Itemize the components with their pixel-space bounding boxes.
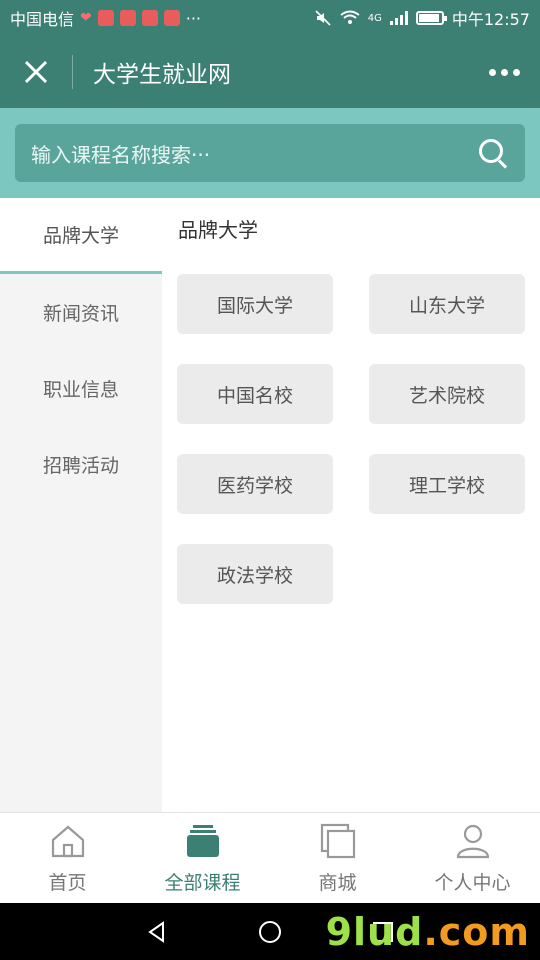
site-watermark: 9lud.com <box>326 910 530 954</box>
more-notifications: ··· <box>185 8 202 28</box>
home-nav-icon[interactable] <box>258 920 282 944</box>
home-icon <box>51 825 84 857</box>
search-input[interactable]: 输入课程名称搜索··· <box>15 124 525 182</box>
wifi-icon <box>340 10 360 24</box>
bottom-tab-bar: 首页 全部课程 商城 个人中心 <box>0 812 540 903</box>
search-bar: 输入课程名称搜索··· <box>0 108 540 198</box>
mall-icon <box>320 823 355 858</box>
search-icon[interactable] <box>477 137 509 169</box>
sidebar-item-label: 新闻资讯 <box>42 302 119 325</box>
app-icon <box>163 10 180 26</box>
chip-art-academies[interactable]: 艺术院校 <box>369 364 525 424</box>
tab-profile[interactable]: 个人中心 <box>405 813 540 903</box>
clock: 中午12:57 <box>451 10 530 29</box>
signal-icon <box>389 11 408 25</box>
section-title: 品牌大学 <box>178 218 258 242</box>
back-icon[interactable] <box>145 920 169 944</box>
page-title: 大学生就业网 <box>93 62 231 88</box>
more-dot <box>500 68 508 76</box>
network-type: 4G <box>367 12 382 24</box>
carrier-label: 中国电信 <box>10 10 75 29</box>
more-dot <box>488 68 496 76</box>
sidebar-item-brand-university[interactable]: 品牌大学 <box>0 198 162 274</box>
more-button[interactable] <box>468 36 540 108</box>
chip-famous-chinese-schools[interactable]: 中国名校 <box>177 364 333 424</box>
tab-label: 商城 <box>318 871 357 894</box>
category-sidebar: 品牌大学 新闻资讯 职业信息 招聘活动 <box>0 198 162 812</box>
watermark-brand: 9lud <box>325 910 424 954</box>
map-pin-app-icon <box>141 10 158 26</box>
weibo-icon <box>119 10 136 26</box>
tab-home[interactable]: 首页 <box>0 813 135 903</box>
sidebar-item-label: 招聘活动 <box>42 454 119 477</box>
app-header: 大学生就业网 <box>0 36 540 108</box>
chip-law-schools[interactable]: 政法学校 <box>177 544 333 604</box>
status-left: 中国电信 ❤ ··· <box>10 6 314 30</box>
status-right: 4G 中午12:57 <box>314 6 530 30</box>
close-button[interactable] <box>0 36 72 108</box>
chip-shandong-university[interactable]: 山东大学 <box>369 274 525 334</box>
tab-mall[interactable]: 商城 <box>270 813 405 903</box>
tab-all-courses[interactable]: 全部课程 <box>135 813 270 903</box>
watermark-suffix: .com <box>423 910 530 954</box>
sidebar-item-news[interactable]: 新闻资讯 <box>0 274 162 350</box>
chip-medical-schools[interactable]: 医药学校 <box>177 454 333 514</box>
battery-fill <box>418 14 440 22</box>
chip-engineering-schools[interactable]: 理工学校 <box>369 454 525 514</box>
sidebar-item-label: 职业信息 <box>42 378 119 401</box>
news-app-icon <box>97 10 114 26</box>
chip-grid: 国际大学 山东大学 中国名校 艺术院校 医药学校 理工学校 政法学校 <box>177 274 525 604</box>
battery-icon <box>415 11 447 25</box>
search-placeholder: 输入课程名称搜索··· <box>31 142 211 167</box>
course-stack-icon <box>186 824 219 857</box>
tab-label: 全部课程 <box>164 871 241 894</box>
sidebar-item-label: 品牌大学 <box>42 225 119 247</box>
chip-international-university[interactable]: 国际大学 <box>177 274 333 334</box>
tab-label: 个人中心 <box>434 871 511 894</box>
tab-label: 首页 <box>48 871 87 894</box>
user-icon <box>456 824 489 858</box>
sidebar-item-recruitment[interactable]: 招聘活动 <box>0 426 162 502</box>
mute-icon <box>315 10 331 26</box>
category-content: 品牌大学 国际大学 山东大学 中国名校 艺术院校 医药学校 理工学校 政法学校 <box>162 198 540 812</box>
status-bar: 中国电信 ❤ ··· 4G 中午12:57 <box>0 0 540 36</box>
sidebar-item-career-info[interactable]: 职业信息 <box>0 350 162 426</box>
close-icon <box>24 60 48 84</box>
health-icon: ❤ <box>80 10 92 26</box>
more-dot <box>512 68 520 76</box>
